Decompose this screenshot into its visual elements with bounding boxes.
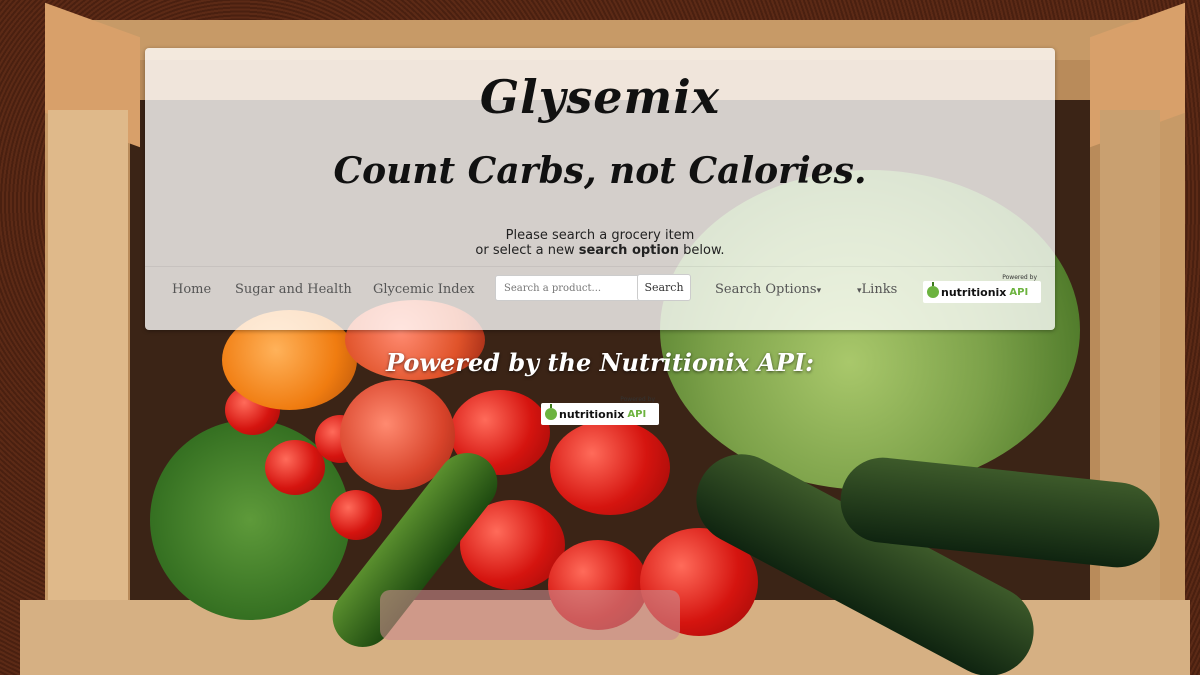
powered-by-heading: Powered by the Nutritionix API: (385, 348, 815, 377)
nav-sugar-and-health[interactable]: Sugar and Health (235, 267, 352, 313)
search-options-dropdown[interactable]: Search Options▾ (715, 267, 821, 313)
tagline: Count Carbs, not Calories. (333, 150, 867, 192)
api-word: API (1009, 286, 1029, 298)
nutritionix-word: nutritionix (559, 407, 625, 421)
hint-bold: search option (578, 243, 680, 258)
powered-by-label: Powered by (620, 396, 655, 403)
search-hint-line2: or select a new search option below. (145, 243, 1055, 258)
tomato (550, 420, 670, 515)
nutritionix-logo-link[interactable]: Powered by nutritionix API (923, 274, 1041, 303)
links-label: Links (861, 282, 898, 297)
product-search-input[interactable] (495, 275, 641, 301)
search-options-label: Search Options (715, 282, 817, 297)
search-button[interactable]: Search (637, 274, 691, 301)
api-word: API (627, 408, 647, 420)
search-hint: Please search a grocery item or select a… (145, 228, 1055, 258)
caret-down-icon: ▾ (816, 286, 822, 296)
apple-icon (545, 404, 557, 420)
nav-home[interactable]: Home (172, 267, 211, 313)
apple-icon (927, 282, 939, 298)
navbar: Home Sugar and Health Glycemic Index Sea… (145, 266, 1055, 313)
powered-by-label: Powered by (1002, 274, 1037, 281)
site-brand: Glysemix (479, 70, 721, 124)
nutritionix-badge[interactable]: Powered by nutritionix API (541, 396, 659, 425)
tomato (330, 490, 382, 540)
nav-glycemic-index[interactable]: Glycemic Index (373, 267, 475, 313)
links-dropdown[interactable]: ▾Links (857, 267, 897, 313)
hint-suffix: below. (679, 243, 725, 258)
search-hint-line1: Please search a grocery item (505, 228, 695, 243)
wrapping-paper (380, 590, 680, 640)
nutritionix-word: nutritionix (941, 285, 1007, 299)
hint-prefix: or select a new (475, 243, 579, 258)
